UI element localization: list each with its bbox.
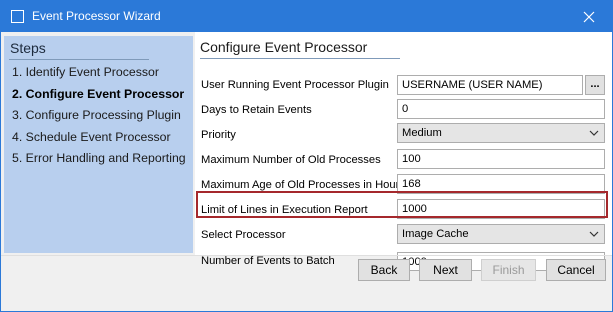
page-title: Configure Event Processor	[200, 39, 368, 55]
browse-user-button[interactable]: ...	[585, 75, 605, 95]
processor-label: Select Processor	[201, 229, 286, 241]
days-value: 0	[402, 103, 409, 115]
title-bar[interactable]: Event Processor Wizard	[1, 1, 612, 32]
days-label: Days to Retain Events	[201, 104, 312, 116]
step-item: 5. Error Handling and Reporting	[12, 151, 186, 165]
step-item: 4. Schedule Event Processor	[12, 129, 171, 144]
user-label: User Running Event Processor Plugin	[201, 79, 389, 91]
processor-select[interactable]: Image Cache	[397, 224, 605, 244]
window-title: Event Processor Wizard	[32, 9, 161, 23]
max-old-value: 100	[402, 153, 421, 165]
wizard-window: Event Processor Wizard Steps 1. Identify…	[0, 0, 613, 312]
processor-value: Image Cache	[402, 228, 469, 240]
max-old-label: Maximum Number of Old Processes	[201, 154, 381, 166]
steps-panel: Steps 1. Identify Event Processor 2. Con…	[4, 36, 193, 253]
step-item: 1. Identify Event Processor	[12, 65, 159, 79]
priority-select[interactable]: Medium	[397, 123, 605, 143]
title-divider	[200, 58, 400, 59]
back-button[interactable]: Back	[358, 259, 410, 281]
user-value: USERNAME (USER NAME)	[402, 79, 543, 91]
window-icon	[11, 10, 24, 23]
chevron-down-icon	[589, 231, 599, 237]
max-old-field[interactable]: 100	[397, 149, 605, 169]
max-age-value: 168	[402, 178, 421, 190]
footer-divider	[1, 255, 612, 256]
steps-heading: Steps	[10, 40, 46, 56]
form-panel: Configure Event Processor User Running E…	[195, 32, 612, 271]
chevron-down-icon	[589, 130, 599, 136]
step-item: 3. Configure Processing Plugin	[12, 108, 181, 122]
close-icon	[583, 11, 595, 22]
step-item-current: 2. Configure Event Processor	[12, 86, 185, 101]
priority-value: Medium	[402, 127, 442, 139]
priority-label: Priority	[201, 129, 236, 141]
processor-highlight-box	[196, 191, 608, 218]
batch-label: Number of Events to Batch	[201, 255, 335, 267]
user-field[interactable]: USERNAME (USER NAME)	[397, 75, 583, 95]
steps-list: 1. Identify Event Processor 2. Configure…	[12, 62, 186, 170]
finish-button[interactable]: Finish	[481, 259, 536, 281]
next-button[interactable]: Next	[419, 259, 472, 281]
steps-divider	[9, 59, 149, 60]
close-button[interactable]	[566, 1, 612, 32]
days-field[interactable]: 0	[397, 99, 605, 119]
max-age-label: Maximum Age of Old Processes in Hours	[201, 179, 405, 191]
cancel-button[interactable]: Cancel	[546, 259, 606, 281]
